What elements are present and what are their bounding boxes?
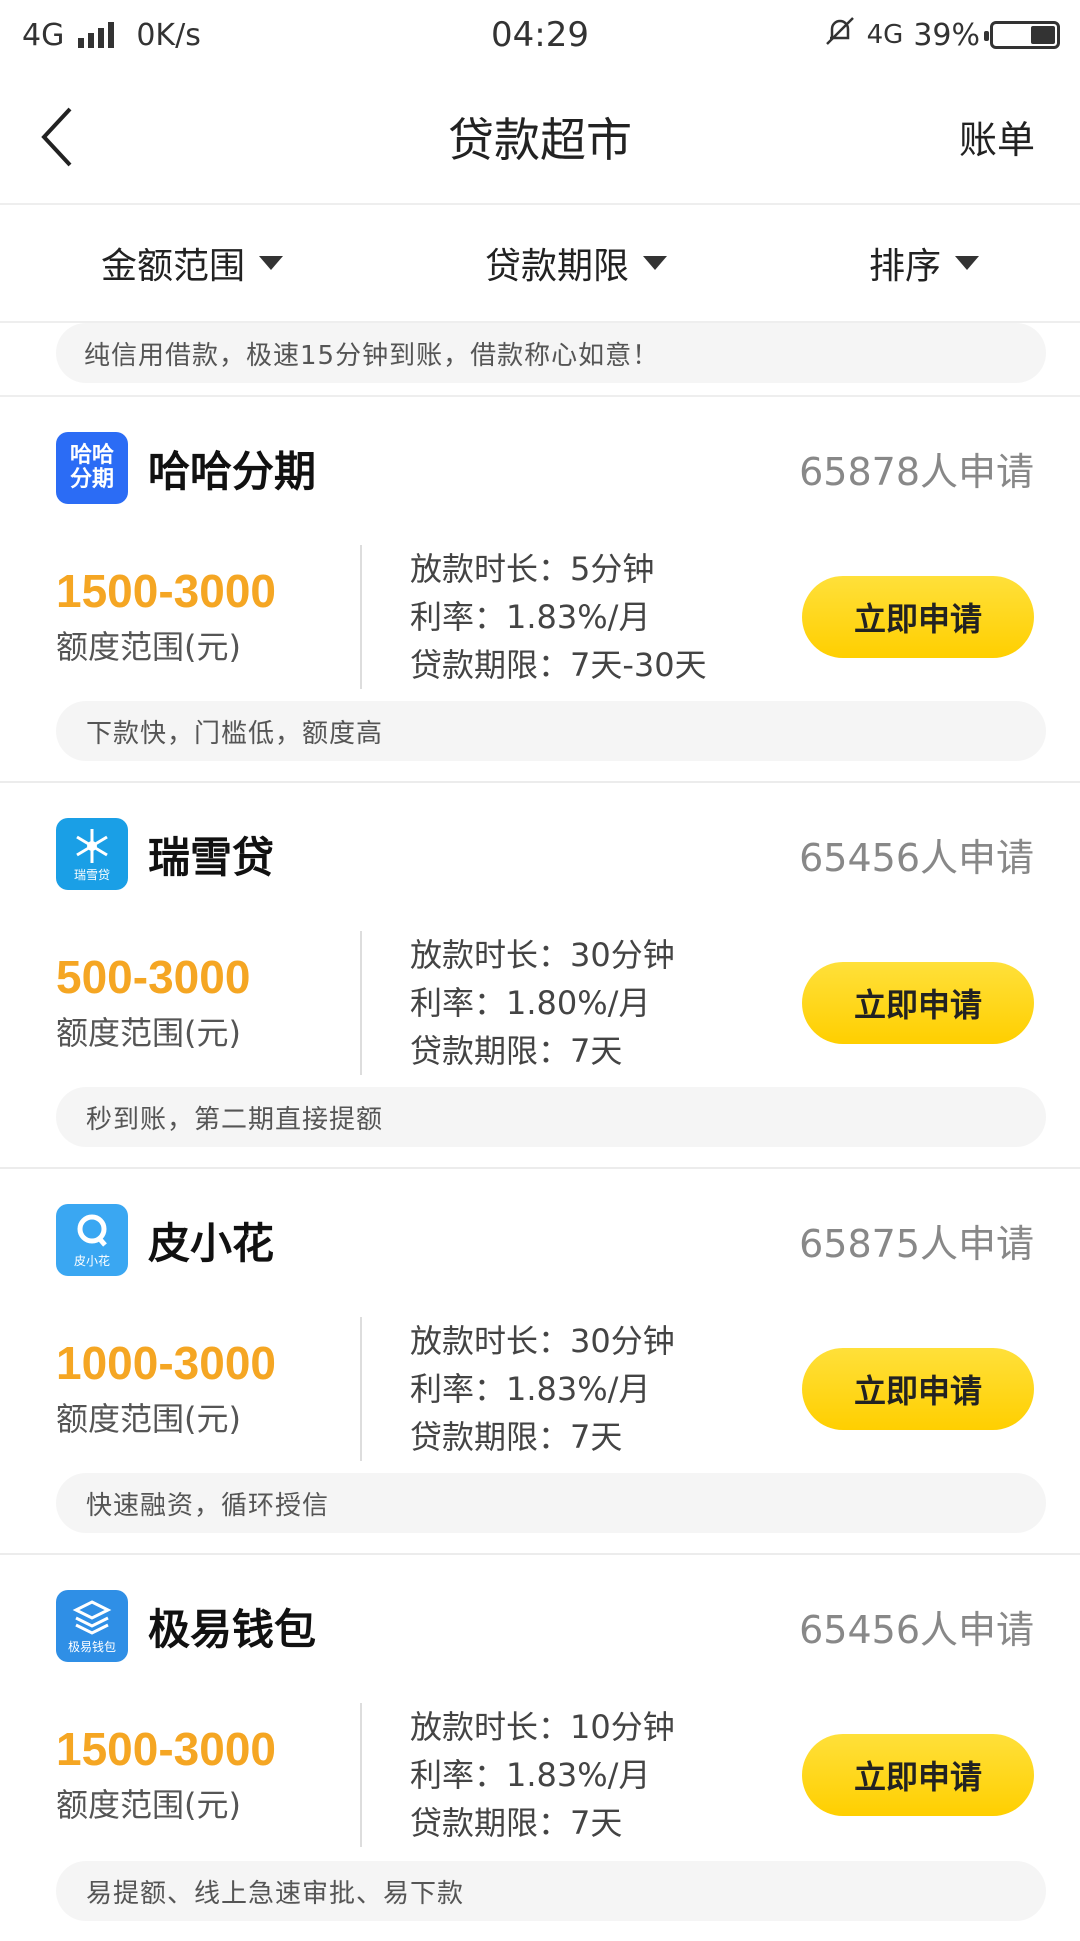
notice-text: 纯信用借款，极速15分钟到账，借款称心如意！ (56, 323, 1046, 383)
product-logo-icon: 哈哈分期 (56, 432, 128, 504)
network-speed: 0K/s (136, 17, 201, 53)
apply-button[interactable]: 立即申请 (802, 1734, 1034, 1816)
notice-section: 纯信用借款，极速15分钟到账，借款称心如意！ (0, 323, 1080, 397)
dropdown-triangle-icon (259, 256, 283, 270)
interest-rate: 利率：1.83%/月 (410, 1370, 651, 1408)
logo-text: 哈哈分期 (69, 442, 114, 492)
product-name: 皮小花 (148, 1218, 275, 1268)
payout-time: 放款时长：30分钟 (410, 1322, 675, 1360)
filter-loan-term[interactable]: 贷款期限 (485, 237, 667, 289)
bill-button[interactable]: 账单 (959, 109, 1035, 164)
clock: 04:29 (491, 15, 589, 55)
signal-icon (78, 22, 115, 48)
logo-text: 皮小花 (73, 1253, 110, 1268)
applicant-count: 65875人申请 (799, 1221, 1034, 1266)
amount-label: 额度范围(元) (56, 628, 241, 667)
dropdown-triangle-icon (955, 256, 979, 270)
product-list: 哈哈分期 哈哈分期 65878人申请 1500-3000 额度范围(元) 放款时… (0, 397, 1080, 1941)
loan-term: 贷款期限：7天 (410, 1804, 623, 1842)
layers-icon (72, 1599, 112, 1635)
interest-rate: 利率：1.83%/月 (410, 1756, 651, 1794)
filter-label: 金额范围 (100, 246, 245, 287)
filter-bar: 金额范围 贷款期限 排序 (0, 205, 1080, 323)
loan-term: 贷款期限：7天-30天 (410, 646, 707, 684)
divider (360, 931, 362, 1075)
loan-term: 贷款期限：7天 (410, 1032, 623, 1070)
product-description: 下款快，门槛低，额度高 (56, 701, 1046, 761)
logo-text: 瑞雪贷 (73, 867, 110, 882)
product-card[interactable]: 皮小花 皮小花 65875人申请 1000-3000 额度范围(元) 放款时长：… (0, 1169, 1080, 1555)
filter-label: 贷款期限 (484, 246, 629, 287)
filter-sort[interactable]: 排序 (869, 237, 979, 289)
product-name: 哈哈分期 (148, 446, 317, 496)
network-type-right: 4G (866, 20, 904, 50)
payout-time: 放款时长：30分钟 (410, 936, 675, 974)
product-name: 瑞雪贷 (148, 832, 275, 882)
logo-text: 极易钱包 (67, 1639, 116, 1654)
product-logo-icon: 瑞雪贷 (56, 818, 128, 890)
amount-range: 500-3000 (56, 950, 251, 1003)
amount-range: 1000-3000 (56, 1336, 276, 1389)
product-logo-icon: 极易钱包 (56, 1590, 128, 1662)
status-bar: 4G 0K/s 04:29 4G 39% (0, 0, 1080, 70)
payout-time: 放款时长：5分钟 (410, 550, 655, 588)
apply-button[interactable]: 立即申请 (802, 576, 1034, 658)
product-description: 易提额、线上急速审批、易下款 (56, 1861, 1046, 1921)
product-card[interactable]: 哈哈分期 哈哈分期 65878人申请 1500-3000 额度范围(元) 放款时… (0, 397, 1080, 783)
snowflake-icon (76, 828, 108, 863)
amount-label: 额度范围(元) (56, 1786, 241, 1825)
product-description: 秒到账，第二期直接提额 (56, 1087, 1046, 1147)
apply-button[interactable]: 立即申请 (802, 962, 1034, 1044)
filter-label: 排序 (868, 246, 941, 287)
battery-icon (984, 21, 1060, 49)
divider (360, 545, 362, 689)
applicant-count: 65878人申请 (799, 449, 1034, 494)
dropdown-triangle-icon (643, 256, 667, 270)
battery-percent: 39% (913, 17, 980, 53)
divider (360, 1703, 362, 1847)
amount-range: 1500-3000 (56, 1722, 276, 1775)
filter-amount-range[interactable]: 金额范围 (101, 237, 283, 289)
amount-label: 额度范围(元) (56, 1014, 241, 1053)
mute-bell-icon (823, 14, 857, 56)
product-name: 极易钱包 (148, 1604, 317, 1654)
product-description: 快速融资，循环授信 (56, 1473, 1046, 1533)
interest-rate: 利率：1.83%/月 (410, 598, 651, 636)
page-title: 贷款超市 (448, 112, 632, 167)
header: 贷款超市 账单 (0, 70, 1080, 205)
amount-range: 1500-3000 (56, 564, 276, 617)
divider (360, 1317, 362, 1461)
product-card[interactable]: 瑞雪贷 瑞雪贷 65456人申请 500-3000 额度范围(元) 放款时长：3… (0, 783, 1080, 1169)
location-pin-icon (77, 1214, 107, 1247)
loan-details: 放款时长：30分钟 利率：1.83%/月 贷款期限：7天 (410, 1317, 802, 1461)
loan-details: 放款时长：30分钟 利率：1.80%/月 贷款期限：7天 (410, 931, 802, 1075)
network-type: 4G (22, 17, 65, 53)
loan-details: 放款时长：5分钟 利率：1.83%/月 贷款期限：7天-30天 (410, 545, 802, 689)
back-button[interactable] (40, 107, 80, 167)
loan-details: 放款时长：10分钟 利率：1.83%/月 贷款期限：7天 (410, 1703, 802, 1847)
applicant-count: 65456人申请 (799, 1607, 1034, 1652)
product-card[interactable]: 极易钱包 极易钱包 65456人申请 1500-3000 额度范围(元) 放款时… (0, 1555, 1080, 1941)
payout-time: 放款时长：10分钟 (410, 1708, 675, 1746)
chevron-left-icon (41, 107, 72, 166)
apply-button[interactable]: 立即申请 (802, 1348, 1034, 1430)
loan-term: 贷款期限：7天 (410, 1418, 623, 1456)
product-logo-icon: 皮小花 (56, 1204, 128, 1276)
amount-label: 额度范围(元) (56, 1400, 241, 1439)
interest-rate: 利率：1.80%/月 (410, 984, 651, 1022)
applicant-count: 65456人申请 (799, 835, 1034, 880)
